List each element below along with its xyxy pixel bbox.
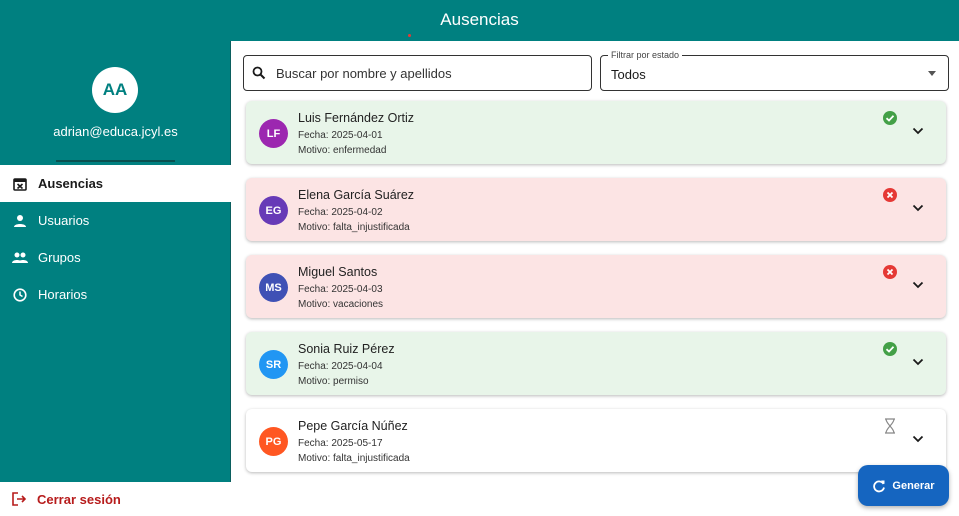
- generate-button[interactable]: Generar: [858, 465, 949, 506]
- search-icon: [252, 66, 266, 80]
- absence-card[interactable]: MS Miguel Santos Fecha: 2025-04-03 Motiv…: [246, 255, 946, 318]
- absence-name: Miguel Santos: [298, 265, 378, 279]
- sidebar-item-usuarios[interactable]: Usuarios: [0, 202, 231, 239]
- sidebar-item-grupos[interactable]: Grupos: [0, 239, 231, 276]
- chevron-down-icon[interactable]: [910, 354, 926, 370]
- x-circle-icon: [882, 187, 898, 203]
- clock-icon: [12, 287, 28, 303]
- sidebar-item-label: Grupos: [38, 250, 81, 265]
- absence-reason: Motivo: vacaciones: [298, 299, 384, 310]
- absence-card[interactable]: PG Pepe García Núñez Fecha: 2025-05-17 M…: [246, 409, 946, 472]
- chevron-down-icon[interactable]: [910, 277, 926, 293]
- absence-card[interactable]: LF Luis Fernández Ortiz Fecha: 2025-04-0…: [246, 101, 946, 164]
- absence-name: Pepe García Núñez: [298, 419, 408, 433]
- refresh-icon: [872, 479, 886, 493]
- user-avatar: AA: [92, 67, 138, 113]
- avatar: PG: [259, 427, 288, 456]
- logout-label: Cerrar sesión: [37, 491, 121, 507]
- absence-reason: Motivo: falta_injustificada: [298, 222, 410, 233]
- sidebar-item-label: Ausencias: [38, 176, 104, 191]
- app-bar: Ausencias: [0, 0, 959, 41]
- filter-label: Filtrar por estado: [608, 50, 683, 60]
- group-icon: [12, 250, 28, 266]
- hourglass-icon: [882, 418, 898, 434]
- absence-name: Luis Fernández Ortiz: [298, 111, 415, 125]
- page-title: Ausencias: [440, 10, 519, 29]
- logout-button[interactable]: Cerrar sesión: [0, 482, 231, 516]
- absence-date: Fecha: 2025-04-01: [298, 130, 383, 141]
- search-input[interactable]: [276, 65, 566, 81]
- absence-name: Elena García Suárez: [298, 188, 415, 202]
- user-email: adrian@educa.jcyl.es: [53, 124, 178, 139]
- sidebar-item-horarios[interactable]: Horarios: [0, 276, 231, 313]
- chevron-down-icon: [928, 71, 936, 76]
- avatar: MS: [259, 273, 288, 302]
- chevron-down-icon[interactable]: [910, 200, 926, 216]
- absence-name: Sonia Ruiz Pérez: [298, 342, 395, 356]
- absence-reason: Motivo: permiso: [298, 376, 369, 387]
- filter-value: Todos: [611, 67, 646, 82]
- avatar: SR: [259, 350, 288, 379]
- avatar: LF: [259, 119, 288, 148]
- indicator-dot: [408, 34, 411, 37]
- absence-reason: Motivo: falta_injustificada: [298, 453, 410, 464]
- chevron-down-icon[interactable]: [910, 123, 926, 139]
- search-field[interactable]: [243, 55, 592, 91]
- calendar-x-icon: [12, 176, 28, 192]
- status-filter-select[interactable]: Filtrar por estado Todos: [600, 50, 949, 91]
- avatar: EG: [259, 196, 288, 225]
- absence-date: Fecha: 2025-05-17: [298, 438, 383, 449]
- sidebar-item-label: Horarios: [38, 287, 88, 302]
- person-icon: [12, 213, 28, 229]
- check-circle-icon: [882, 341, 898, 357]
- sidebar-item-ausencias[interactable]: Ausencias: [0, 165, 231, 202]
- logout-icon: [12, 492, 27, 506]
- chevron-down-icon[interactable]: [910, 431, 926, 447]
- sidebar: AA adrian@educa.jcyl.es Ausencias Usuari…: [0, 41, 231, 516]
- sidebar-nav: Ausencias Usuarios Grupos Horarios: [0, 165, 231, 313]
- absence-list: LF Luis Fernández Ortiz Fecha: 2025-04-0…: [246, 101, 946, 486]
- absence-card[interactable]: SR Sonia Ruiz Pérez Fecha: 2025-04-04 Mo…: [246, 332, 946, 395]
- absence-date: Fecha: 2025-04-03: [298, 284, 383, 295]
- absence-date: Fecha: 2025-04-04: [298, 361, 383, 372]
- absence-card[interactable]: EG Elena García Suárez Fecha: 2025-04-02…: [246, 178, 946, 241]
- absence-reason: Motivo: enfermedad: [298, 145, 387, 156]
- divider: [56, 160, 175, 162]
- sidebar-item-label: Usuarios: [38, 213, 90, 228]
- x-circle-icon: [882, 264, 898, 280]
- check-circle-icon: [882, 110, 898, 126]
- absence-date: Fecha: 2025-04-02: [298, 207, 383, 218]
- generate-label: Generar: [892, 479, 935, 492]
